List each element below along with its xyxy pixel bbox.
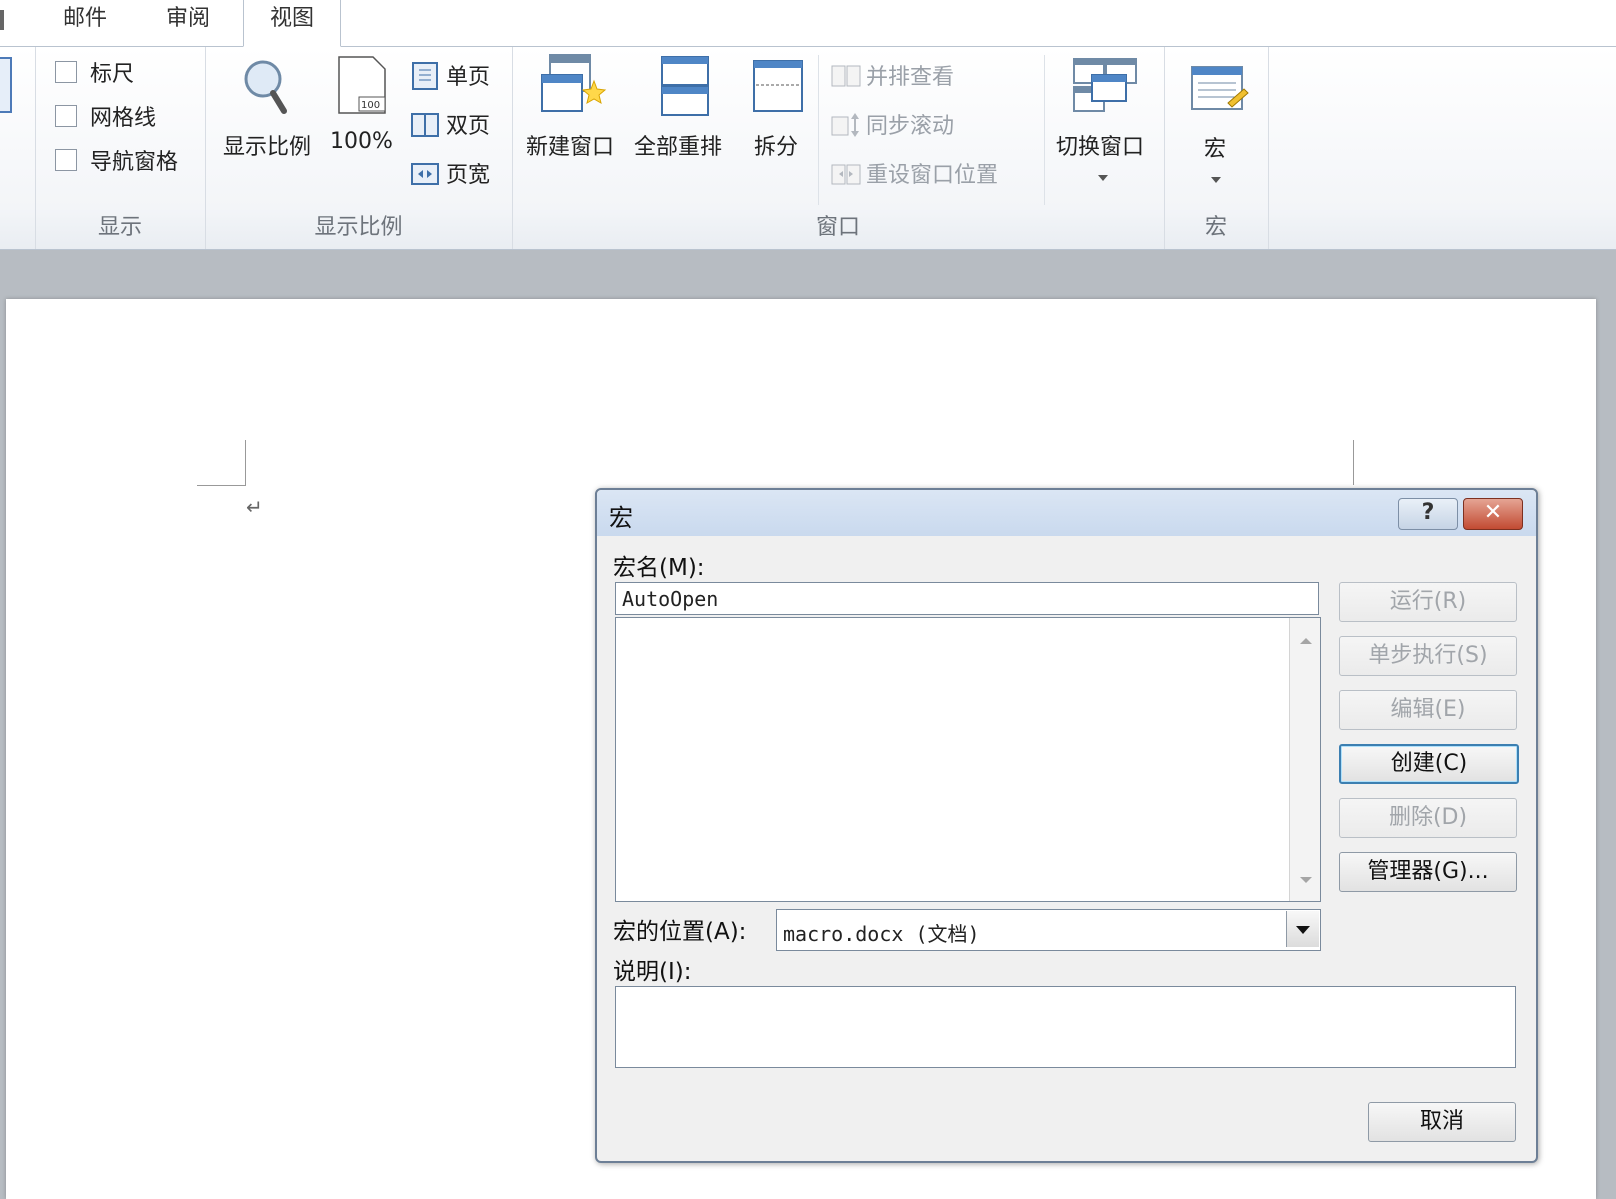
page-100-icon-badge: 100: [361, 100, 380, 111]
page-width-icon: [411, 163, 439, 185]
zoom-100-label: 100%: [330, 129, 393, 154]
split-icon: [753, 60, 803, 112]
dropdown-arrow-icon: [1296, 926, 1310, 934]
macro-list-scrollbar[interactable]: [1289, 618, 1320, 901]
macros-in-select[interactable]: macro.docx (文档): [776, 909, 1321, 951]
partial-layout-icon: [0, 57, 12, 113]
window-group-divider: [818, 55, 819, 205]
ribbon-tab-bar: 邮件 审阅 视图: [0, 0, 1616, 47]
macros-in-label: 宏的位置(A):: [613, 919, 747, 945]
arrange-all-icon: [661, 56, 709, 116]
partial-tab-glyph: [0, 10, 4, 30]
close-icon: ✕: [1483, 500, 1503, 525]
side-by-side-label: 并排查看: [866, 65, 955, 90]
chevron-down-icon: [1211, 177, 1221, 183]
tab-mailings[interactable]: 邮件: [40, 0, 130, 46]
reset-position-label: 重设窗口位置: [866, 163, 999, 188]
ribbon: 标尺 网格线 导航窗格 显示 显示比例 100 100% 单页 双页 页宽 显示…: [0, 47, 1616, 250]
ribbon-group-partial: [0, 47, 36, 249]
sync-scroll-label: 同步滚动: [866, 114, 955, 139]
reset-position-icon: [831, 164, 861, 185]
new-window-label: 新建窗口: [526, 135, 615, 160]
switch-windows-button[interactable]: 切换窗口: [1052, 51, 1156, 191]
group-label-show: 显示: [97, 215, 142, 240]
organizer-button[interactable]: 管理器(G)...: [1339, 852, 1517, 892]
sync-scroll-button[interactable]: 同步滚动: [830, 108, 990, 142]
magnifier-icon: [244, 60, 287, 114]
page-width-button[interactable]: 页宽: [410, 157, 505, 191]
edit-button[interactable]: 编辑(E): [1339, 690, 1517, 730]
zoom-button[interactable]: 显示比例: [213, 51, 313, 171]
dialog-title: 宏: [609, 504, 633, 532]
window-group-divider-2: [1044, 55, 1045, 205]
macro-list[interactable]: [615, 617, 1321, 902]
tab-partial[interactable]: [0, 0, 10, 46]
sync-scroll-icon: [831, 113, 859, 137]
new-window-icon: [541, 54, 607, 112]
zoom-label: 显示比例: [223, 135, 312, 160]
cancel-button[interactable]: 取消: [1368, 1102, 1516, 1142]
two-pages-button[interactable]: 双页: [410, 108, 505, 142]
close-button[interactable]: ✕: [1463, 498, 1523, 530]
zoom-100-button[interactable]: 100 100%: [325, 51, 397, 171]
description-label: 说明(I):: [613, 959, 692, 985]
scroll-up-arrow-icon[interactable]: [1300, 638, 1312, 644]
two-pages-label: 双页: [446, 114, 491, 139]
macro-icon: [1191, 66, 1249, 110]
help-icon: ?: [1421, 500, 1435, 525]
split-button[interactable]: 拆分: [744, 51, 810, 171]
one-page-label: 单页: [446, 65, 491, 90]
nav-pane-label[interactable]: 导航窗格: [90, 144, 178, 176]
arrange-all-label: 全部重排: [634, 135, 723, 160]
margin-crop-mark-right: [1353, 440, 1354, 485]
help-button[interactable]: ?: [1398, 498, 1458, 530]
macros-button[interactable]: 宏: [1178, 51, 1254, 191]
split-label: 拆分: [754, 135, 799, 160]
group-label-zoom: 显示比例: [314, 215, 403, 240]
view-side-by-side-button[interactable]: 并排查看: [830, 59, 990, 93]
switch-windows-icon: [1073, 58, 1137, 112]
macros-label: 宏: [1204, 137, 1227, 162]
ribbon-group-window: 新建窗口 全部重排 拆分 并排查看 同步滚动 重设窗口位置 切换窗口 窗口: [512, 47, 1165, 249]
macro-name-label: 宏名(M):: [613, 555, 705, 581]
ruler-checkbox[interactable]: [55, 61, 77, 83]
chevron-down-icon: [1098, 175, 1108, 181]
dialog-title-bar: 宏 ? ✕: [597, 490, 1536, 536]
margin-crop-mark-left: [197, 440, 246, 486]
scroll-down-arrow-icon[interactable]: [1300, 877, 1312, 883]
ribbon-group-macros: 宏 宏: [1164, 47, 1269, 249]
two-pages-icon: [411, 113, 439, 137]
group-label-window: 窗口: [815, 215, 860, 240]
paragraph-mark: ↵: [246, 495, 263, 519]
one-page-icon: [412, 62, 438, 90]
tab-review[interactable]: 审阅: [143, 0, 233, 46]
run-button[interactable]: 运行(R): [1339, 582, 1517, 622]
arrange-all-button[interactable]: 全部重排: [634, 51, 734, 171]
ribbon-group-show: 标尺 网格线 导航窗格 显示: [35, 47, 206, 249]
page-width-label: 页宽: [446, 163, 491, 188]
reset-window-position-button[interactable]: 重设窗口位置: [830, 157, 1030, 191]
group-label-macros: 宏: [1204, 215, 1227, 240]
macros-in-value: macro.docx (文档): [783, 922, 980, 946]
nav-pane-checkbox[interactable]: [55, 149, 77, 171]
step-into-button[interactable]: 单步执行(S): [1339, 636, 1517, 676]
description-field[interactable]: [615, 986, 1516, 1068]
gridlines-checkbox[interactable]: [55, 105, 77, 127]
create-button[interactable]: 创建(C): [1339, 744, 1519, 784]
switch-windows-label: 切换窗口: [1056, 135, 1145, 160]
dropdown-button[interactable]: [1286, 911, 1319, 947]
tab-view[interactable]: 视图: [243, 0, 341, 47]
side-by-side-icon: [831, 65, 861, 87]
ribbon-group-zoom: 显示比例 100 100% 单页 双页 页宽 显示比例: [205, 47, 513, 249]
ruler-label[interactable]: 标尺: [90, 56, 134, 88]
delete-button[interactable]: 删除(D): [1339, 798, 1517, 838]
macro-name-input[interactable]: AutoOpen: [615, 582, 1319, 615]
macros-dialog: 宏 ? ✕ 宏名(M): AutoOpen 宏的位置(A): macro.doc…: [595, 488, 1538, 1163]
one-page-button[interactable]: 单页: [410, 59, 505, 93]
new-window-button[interactable]: 新建窗口: [526, 51, 626, 171]
gridlines-label[interactable]: 网格线: [90, 100, 156, 132]
page-100-icon: 100: [338, 56, 386, 114]
